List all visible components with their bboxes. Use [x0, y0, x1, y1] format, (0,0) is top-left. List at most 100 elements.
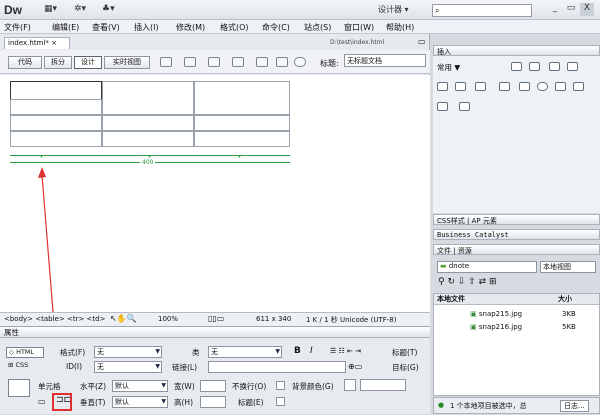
server-include-icon[interactable]: [519, 82, 530, 91]
menu-edit[interactable]: 编辑(E): [52, 22, 79, 33]
menu-bar: 文件(F) 编辑(E) 查看(V) 插入(I) 修改(M) 格式(O) 命令(C…: [0, 20, 600, 34]
menu-insert[interactable]: 插入(I): [134, 22, 159, 33]
bgcolor-swatch[interactable]: [344, 379, 356, 391]
design-canvas[interactable]: ▾ ▾ ▾ 400: [0, 75, 430, 412]
nowrap-checkbox[interactable]: [276, 381, 285, 390]
merge-icon: ⊐⊏: [56, 395, 72, 405]
date-icon[interactable]: [499, 82, 510, 91]
horizontal-select[interactable]: 默认: [112, 380, 168, 392]
id-select[interactable]: 无: [94, 361, 162, 373]
menu-format[interactable]: 格式(O): [220, 22, 249, 33]
log-button[interactable]: 日志...: [560, 400, 589, 412]
window-size-icon[interactable]: ▯▯▭: [208, 314, 224, 323]
class-select[interactable]: 无: [208, 346, 282, 358]
anchor-icon[interactable]: [549, 62, 560, 71]
page-title-input[interactable]: 无标题文档: [344, 54, 426, 67]
tab-assets[interactable]: 资源: [458, 247, 472, 255]
css-mode-button[interactable]: ⊞ CSS: [6, 361, 44, 372]
preview-icon[interactable]: [184, 57, 196, 67]
properties-header[interactable]: 属性: [0, 327, 430, 338]
menu-commands[interactable]: 命令(C): [262, 22, 290, 33]
files-toolbar-icons[interactable]: ⚲ ↻ ⇩ ⇧ ⇄ ⊞: [438, 277, 497, 287]
check-browser-icon[interactable]: [256, 57, 268, 67]
cell-label: 单元格: [38, 382, 61, 391]
template-icon[interactable]: [437, 102, 448, 111]
tab-files[interactable]: 文件: [437, 247, 451, 255]
title-attr-label: 标题(T): [392, 348, 418, 357]
site-select[interactable]: ▬ dnote: [437, 261, 537, 273]
format-label: 格式(F): [60, 348, 86, 357]
zoom-select[interactable]: 100%: [158, 315, 178, 323]
restore-doc-icon[interactable]: ▭: [418, 37, 426, 46]
css-panel-header: CSS样式 | AP 元素: [433, 214, 600, 225]
image-icon[interactable]: [455, 82, 466, 91]
bold-button[interactable]: B: [294, 346, 301, 356]
menu-site[interactable]: 站点(S): [304, 22, 331, 33]
visual-aids-icon[interactable]: [276, 57, 288, 67]
html-mode-button[interactable]: ◇ HTML: [6, 347, 44, 358]
properties-title: 属性: [4, 328, 19, 337]
menu-help[interactable]: 帮助(H): [386, 22, 414, 33]
header-checkbox[interactable]: [276, 397, 285, 406]
script-icon[interactable]: [573, 82, 584, 91]
table-cell-icon: [8, 379, 30, 397]
maximize-button[interactable]: ▭: [564, 3, 578, 16]
media-icon[interactable]: [475, 82, 486, 91]
merge-cells-button[interactable]: ⊐⊏: [52, 393, 72, 411]
italic-button[interactable]: I: [310, 346, 313, 356]
view-select[interactable]: 本地视图: [540, 261, 596, 273]
category-select[interactable]: 常用 ▼: [437, 62, 460, 73]
div-icon[interactable]: [437, 82, 448, 91]
insert-panel-header[interactable]: 插入: [433, 45, 600, 56]
width-input[interactable]: [200, 380, 226, 392]
site-icon[interactable]: ♣▾: [102, 4, 115, 14]
head-icon[interactable]: [555, 82, 566, 91]
hyperlink-icon[interactable]: [511, 62, 522, 71]
code-view-button[interactable]: 代码: [8, 56, 42, 69]
list-buttons-icon[interactable]: ☰ ☷ ⇤ ⇥: [330, 347, 361, 355]
list-item[interactable]: ▣ snap215.jpg 3KB: [470, 310, 576, 318]
extend-icon[interactable]: ✲▾: [74, 4, 86, 14]
tab-close-icon[interactable]: ×: [51, 39, 57, 47]
email-link-icon[interactable]: [529, 62, 540, 71]
menu-view[interactable]: 查看(V): [92, 22, 120, 33]
browse-folder-icon[interactable]: ⊕▭: [348, 362, 362, 371]
link-input[interactable]: [208, 361, 346, 373]
vertical-select[interactable]: 默认: [112, 396, 168, 408]
refresh-icon[interactable]: [294, 57, 306, 67]
tag-selector[interactable]: <body> <table> <tr> <td>: [4, 315, 105, 323]
layout-icon[interactable]: ▦▾: [44, 4, 57, 14]
business-catalyst-header[interactable]: Business Catalyst: [433, 229, 600, 240]
tab-ap-elements[interactable]: AP 元素: [472, 217, 497, 225]
height-input[interactable]: [200, 396, 226, 408]
menu-modify[interactable]: 修改(M): [176, 22, 205, 33]
tag-chooser-icon[interactable]: [459, 102, 470, 111]
bgcolor-input[interactable]: [360, 379, 406, 391]
minimize-button[interactable]: _: [548, 3, 562, 16]
close-button[interactable]: X: [580, 3, 594, 16]
list-item[interactable]: ▣ snap216.jpg 5KB: [470, 323, 576, 331]
validate-icon[interactable]: [232, 57, 244, 67]
vertical-label: 垂直(T): [80, 398, 106, 407]
status-bar: <body> <table> <tr> <td> ↖✋🔍 100% ▯▯▭ 61…: [0, 312, 430, 326]
search-input[interactable]: ⌕: [432, 4, 532, 17]
selection-status: 1 个本地项目被选中，总: [450, 402, 527, 410]
table-icon[interactable]: [567, 62, 578, 71]
pointer-tool-icon[interactable]: ↖✋🔍: [110, 314, 137, 323]
download-info: 1 K / 1 秒 Unicode (UTF-8): [306, 316, 397, 324]
live-view-button[interactable]: 实时视图: [104, 56, 150, 69]
file-management-icon[interactable]: [208, 57, 220, 67]
window-size[interactable]: 611 x 340: [256, 315, 291, 323]
tab-css-styles[interactable]: CSS样式: [437, 217, 465, 225]
comment-icon[interactable]: [537, 82, 548, 91]
menu-window[interactable]: 窗口(W): [344, 22, 374, 33]
nowrap-label: 不换行(O): [232, 382, 267, 391]
split-cell-icon[interactable]: ▭: [38, 397, 46, 406]
split-view-button[interactable]: 拆分: [44, 56, 72, 69]
menu-file[interactable]: 文件(F): [4, 22, 31, 33]
format-select[interactable]: 无: [94, 346, 162, 358]
design-view-button[interactable]: 设计: [74, 56, 102, 69]
document-tab[interactable]: index.html* ×: [4, 37, 70, 49]
workspace-switcher[interactable]: 设计器 ▾: [378, 4, 409, 15]
multiscreen-icon[interactable]: [160, 57, 172, 67]
